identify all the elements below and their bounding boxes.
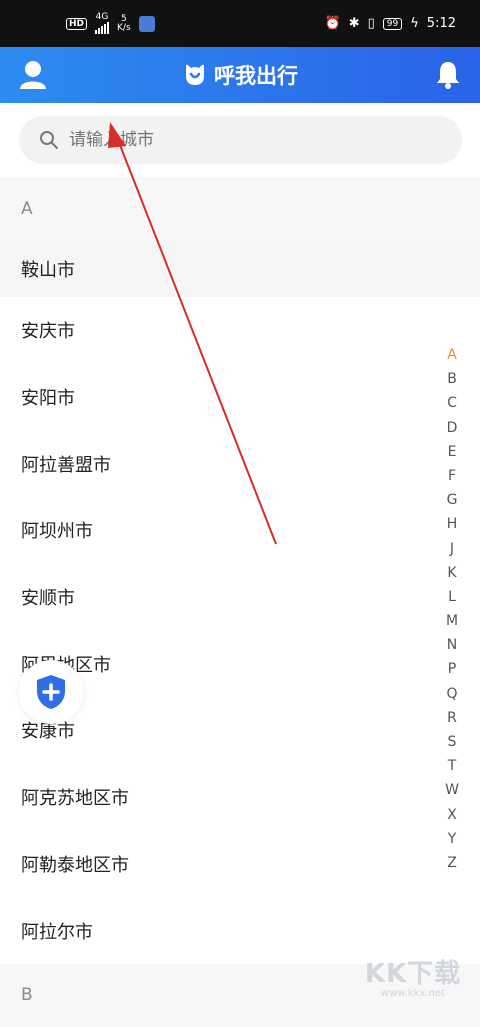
list-item[interactable]: 安阳市 (0, 364, 480, 431)
signal-icon (95, 22, 110, 34)
index-letter-q[interactable]: Q (446, 682, 457, 706)
list-item[interactable]: 安顺市 (0, 564, 480, 631)
speed-unit: K/s (117, 22, 131, 33)
user-icon (20, 61, 46, 89)
search-input[interactable] (67, 129, 431, 151)
index-letter-h[interactable]: H (447, 512, 458, 536)
index-letter-r[interactable]: R (447, 706, 457, 730)
list-item[interactable]: 鞍山市 (0, 240, 480, 297)
watermark-logo: KK下载 (364, 959, 462, 989)
list-item[interactable]: 阿克苏地区市 (0, 764, 480, 831)
vibrate-icon: ▯ (367, 16, 375, 31)
hd-badge: HD (66, 17, 88, 30)
safety-button[interactable] (19, 660, 83, 724)
bluetooth-icon: ✱ (348, 16, 360, 31)
index-letter-t[interactable]: T (448, 754, 457, 778)
battery-icon: 99 (382, 17, 403, 30)
index-letter-b[interactable]: B (447, 367, 457, 391)
app-logo-icon (186, 64, 204, 85)
index-letter-l[interactable]: L (448, 585, 456, 609)
index-letter-z[interactable]: Z (447, 851, 457, 875)
search-area (0, 103, 480, 177)
index-letter-w[interactable]: W (445, 778, 459, 802)
section-header-a: A (0, 177, 480, 240)
page-title: 呼我出行 (214, 64, 298, 88)
index-letter-j[interactable]: J (450, 537, 454, 561)
clock: 5:12 (426, 16, 456, 31)
profile-button[interactable] (18, 59, 48, 91)
alphabet-index[interactable]: ABCDEFGHJKLMNPQRSTWXYZ (443, 343, 461, 875)
index-letter-e[interactable]: E (448, 440, 457, 464)
index-letter-x[interactable]: X (447, 803, 457, 827)
app-title: 呼我出行 (182, 60, 298, 90)
index-letter-n[interactable]: N (447, 633, 457, 657)
index-letter-p[interactable]: P (448, 657, 456, 681)
search-icon (40, 131, 58, 149)
index-letter-d[interactable]: D (447, 416, 458, 440)
list-item[interactable]: 阿拉善盟市 (0, 430, 480, 497)
index-letter-m[interactable]: M (446, 609, 458, 633)
list-item[interactable]: 阿勒泰地区市 (0, 831, 480, 898)
notification-button[interactable] (434, 59, 462, 91)
shield-plus-icon (37, 675, 65, 709)
status-bar: HD 4G 5 K/s ⏰ ✱ ▯ 99 ϟ 5:12 (0, 0, 480, 47)
index-letter-k[interactable]: K (447, 561, 456, 585)
list-item[interactable]: 安庆市 (0, 297, 480, 364)
alarm-icon: ⏰ (324, 16, 341, 31)
network-type: 4G (95, 12, 109, 22)
app-header: 呼我出行 (0, 47, 480, 103)
list-item[interactable]: 阿坝州市 (0, 497, 480, 564)
index-letter-g[interactable]: G (447, 488, 458, 512)
charging-icon: ϟ (410, 16, 419, 31)
city-list: A 鞍山市 安庆市 安阳市 阿拉善盟市 阿坝州市 安顺市 阿里地区市 安康市 阿… (0, 177, 480, 1027)
watermark: KK下载 www.kkx.net (354, 953, 472, 1001)
index-letter-s[interactable]: S (448, 730, 457, 754)
index-letter-a[interactable]: A (447, 343, 457, 367)
search-box[interactable] (19, 116, 462, 164)
index-letter-y[interactable]: Y (448, 827, 457, 851)
index-letter-c[interactable]: C (447, 391, 457, 415)
bell-icon (437, 62, 459, 89)
app-notification-icon (138, 15, 155, 32)
index-letter-f[interactable]: F (448, 464, 456, 488)
speed-indicator: 5 K/s (117, 14, 131, 33)
network-indicator: 4G (95, 12, 110, 34)
